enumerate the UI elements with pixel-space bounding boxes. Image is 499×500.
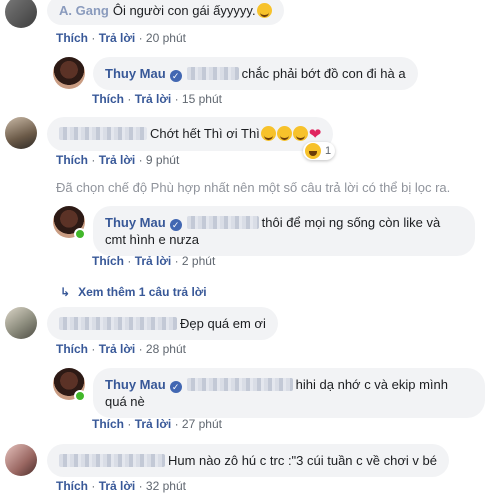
smiling-emoji-icon (276, 126, 292, 141)
comment-text: Chớt hết Thì ơi Thì (150, 126, 260, 141)
avatar[interactable] (53, 57, 85, 89)
comment-author[interactable]: Thuy Mau (105, 215, 166, 230)
comment-bubble: Thuy Mau ✓ thôi để mọi ng sống còn like và… (93, 206, 475, 256)
separator: · (138, 153, 143, 167)
separator: · (127, 417, 132, 431)
avatar[interactable] (5, 117, 37, 149)
comment: Hum nào zô hú c trc :"3 cúi tuần c về ch… (5, 444, 449, 477)
comment-text: Ôi người con gái ấyyyyy. (112, 3, 256, 18)
comment-actions: Thích · Trả lời · 15 phút (92, 92, 222, 106)
comment-actions: Thích · Trả lời · 20 phút (56, 31, 186, 45)
separator: · (127, 254, 132, 268)
comment-time[interactable]: 9 phút (146, 153, 179, 167)
reply-link[interactable]: Trả lời (135, 254, 172, 268)
reply-link[interactable]: Trả lời (99, 153, 136, 167)
view-more-replies-link[interactable]: ↳ Xem thêm 1 câu trả lời (60, 285, 207, 299)
smiling-emoji-icon (292, 126, 308, 141)
separator: · (91, 153, 96, 167)
like-link[interactable]: Thích (56, 479, 88, 493)
comment-actions: Thích · Trả lời · 9 phút (56, 153, 179, 167)
reply-link[interactable]: Trả lời (99, 31, 136, 45)
comment-time[interactable]: 27 phút (182, 417, 222, 431)
separator: · (91, 342, 96, 356)
comment-time[interactable]: 15 phút (182, 92, 222, 106)
blurred-name-tag (186, 67, 239, 80)
comment-time[interactable]: 28 phút (146, 342, 186, 356)
verified-badge-icon: ✓ (169, 219, 182, 231)
comment-text-line1: thôi để mọi ng sống còn like và (261, 215, 441, 230)
reply: Thuy Mau ✓ chắc phải bớt đồ con đi hà a (53, 57, 418, 148)
heart-icon: ❤ (308, 126, 322, 143)
comment-text-line2: cmt hình e nưza (105, 232, 199, 247)
comment-text: Đẹp quá em ơi (180, 316, 266, 331)
comment-text-line2: quá nè (105, 394, 145, 409)
separator: · (174, 254, 179, 268)
avatar[interactable] (5, 0, 37, 28)
reply-link[interactable]: Trả lời (135, 417, 172, 431)
comment-text-line1: hihi dạ nhớ c và ekip mình (295, 377, 449, 392)
comment-bubble: Chớt hết Thì ơi Thì ❤ (47, 117, 334, 151)
blurred-name (59, 317, 177, 330)
blurred-name (59, 454, 165, 467)
like-link[interactable]: Thích (56, 31, 88, 45)
comment-actions: Thích · Trả lời · 28 phút (56, 342, 186, 356)
separator: · (91, 31, 96, 45)
comment-author[interactable]: A. Gang (59, 3, 109, 18)
like-link[interactable]: Thích (92, 92, 124, 106)
like-link[interactable]: Thích (56, 153, 88, 167)
verified-badge-icon: ✓ (169, 70, 182, 82)
avatar[interactable] (5, 444, 37, 476)
comment-time[interactable]: 32 phút (146, 479, 186, 493)
comment-time[interactable]: 20 phút (146, 31, 186, 45)
reply-arrow-icon: ↳ (60, 285, 71, 299)
blurred-name-tag (186, 378, 293, 391)
like-link[interactable]: Thích (92, 254, 124, 268)
comment-text: Hum nào zô hú c trc :"3 cúi tuần c về ch… (168, 453, 437, 468)
separator: · (174, 92, 179, 106)
separator: · (127, 92, 132, 106)
blurred-name-tag (186, 216, 259, 229)
online-indicator (74, 390, 86, 402)
haha-reaction-icon (305, 143, 321, 159)
heart-eyes-emoji-icon (256, 3, 272, 18)
like-link[interactable]: Thích (56, 342, 88, 356)
comment-actions: Thích · Trả lời · 27 phút (92, 417, 222, 431)
blurred-name (59, 127, 147, 140)
comment-bubble: Đẹp quá em ơi (47, 307, 278, 340)
separator: · (91, 479, 96, 493)
comment: Đẹp quá em ơi (5, 307, 278, 340)
reply-link[interactable]: Trả lời (99, 479, 136, 493)
separator: · (174, 417, 179, 431)
comment: A. Gang Ôi người con gái ấyyyyy. (5, 0, 284, 28)
separator: · (138, 342, 143, 356)
reply: Thuy Mau ✓ thôi để mọi ng sống còn like và… (53, 206, 475, 256)
view-more-label: Xem thêm 1 câu trả lời (78, 285, 207, 299)
comment-bubble: Thuy Mau ✓ hihi dạ nhớ c và ekip mình quá … (93, 368, 485, 418)
comment-bubble: Hum nào zô hú c trc :"3 cúi tuần c về ch… (47, 444, 449, 477)
verified-badge-icon: ✓ (169, 381, 182, 393)
comment-bubble: Thuy Mau ✓ chắc phải bớt đồ con đi hà a (93, 57, 418, 90)
reaction-summary[interactable]: 1 (303, 142, 336, 160)
reply-link[interactable]: Trả lời (99, 342, 136, 356)
separator: · (138, 479, 143, 493)
like-link[interactable]: Thích (92, 417, 124, 431)
filter-notice: Đã chọn chế độ Phù hợp nhất nên một số c… (56, 180, 451, 195)
comment-text: chắc phải bớt đồ con đi hà a (241, 66, 406, 81)
reply-link[interactable]: Trả lời (135, 92, 172, 106)
online-indicator (74, 228, 86, 240)
comment-time[interactable]: 2 phút (182, 254, 215, 268)
separator: · (138, 31, 143, 45)
comment-author[interactable]: Thuy Mau (105, 377, 166, 392)
avatar[interactable] (5, 307, 37, 339)
reply: Thuy Mau ✓ hihi dạ nhớ c và ekip mình quá … (53, 368, 485, 418)
comment-actions: Thích · Trả lời · 2 phút (92, 254, 215, 268)
comment-author[interactable]: Thuy Mau (105, 66, 166, 81)
comment-bubble: A. Gang Ôi người con gái ấyyyyy. (47, 0, 284, 25)
reaction-count: 1 (325, 145, 332, 157)
comment-actions: Thích · Trả lời · 32 phút (56, 479, 186, 493)
comment: Chớt hết Thì ơi Thì ❤ (5, 117, 334, 151)
smiling-emoji-icon (260, 126, 276, 141)
